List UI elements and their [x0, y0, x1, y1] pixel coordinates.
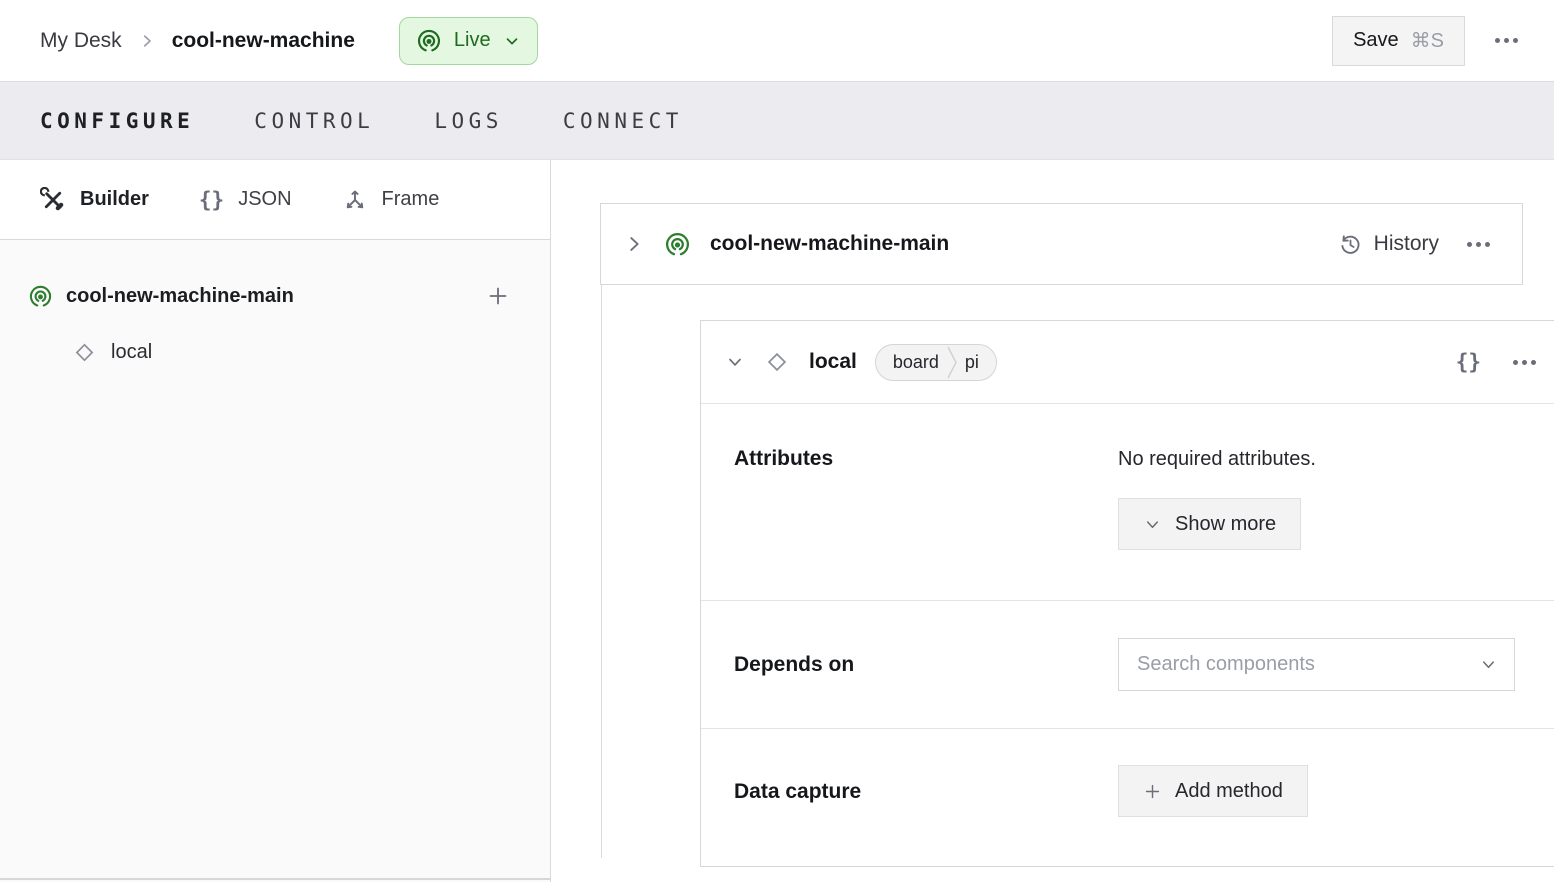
collapse-component-button[interactable]	[725, 352, 745, 372]
machine-tabbar: CONFIGURE CONTROL LOGS CONNECT	[0, 81, 1554, 160]
ellipsis-icon	[1495, 38, 1500, 43]
diamond-icon	[763, 348, 791, 376]
chevron-down-icon	[503, 32, 521, 50]
breadcrumb: My Desk cool-new-machine Live	[40, 17, 538, 65]
attributes-label: Attributes	[734, 446, 1118, 550]
header-actions: Save ⌘S	[1332, 16, 1524, 66]
live-status-label: Live	[454, 29, 491, 52]
view-toggle-frame[interactable]: Frame	[342, 187, 440, 213]
save-button-label: Save	[1353, 29, 1399, 52]
component-card-local: local board pi {}	[700, 320, 1554, 867]
chevron-down-icon	[1479, 655, 1498, 674]
attributes-section: Attributes No required attributes. Show …	[701, 403, 1554, 600]
depends-on-section: Depends on	[701, 600, 1554, 728]
component-card-header: local board pi {}	[701, 321, 1554, 403]
tree-item-machine-part-label: cool-new-machine-main	[66, 285, 473, 308]
add-component-button[interactable]	[486, 284, 510, 308]
history-button[interactable]: History	[1338, 232, 1439, 257]
broadcast-icon	[416, 28, 442, 54]
data-capture-label: Data capture	[734, 765, 1118, 818]
component-menu-button[interactable]	[1507, 354, 1542, 371]
tree-item-machine-part[interactable]: cool-new-machine-main	[0, 273, 550, 319]
indent-guide-line	[601, 285, 602, 858]
machine-part-card: cool-new-machine-main History	[600, 203, 1523, 285]
plus-icon	[486, 284, 510, 308]
expand-part-button[interactable]	[623, 233, 645, 255]
depends-on-label: Depends on	[734, 638, 1118, 691]
machine-part-title: cool-new-machine-main	[710, 232, 949, 256]
tree-item-local-label: local	[111, 341, 152, 364]
component-name: local	[809, 350, 857, 374]
add-method-label: Add method	[1175, 780, 1283, 803]
braces-icon: {}	[199, 188, 224, 212]
show-more-button[interactable]: Show more	[1118, 498, 1301, 550]
tab-logs[interactable]: LOGS	[434, 105, 503, 137]
top-header: My Desk cool-new-machine Live Save ⌘S	[0, 0, 1554, 81]
ellipsis-icon	[1513, 360, 1518, 365]
chevron-right-icon	[138, 32, 156, 50]
part-components-area: local board pi {}	[600, 320, 1554, 867]
breadcrumb-item-machine-name: cool-new-machine	[172, 29, 355, 53]
part-card-menu-button[interactable]	[1461, 236, 1496, 253]
tools-icon	[40, 187, 66, 213]
diamond-icon	[71, 339, 98, 366]
view-toggle: Builder {} JSON Frame	[0, 160, 550, 240]
attributes-empty-text: No required attributes.	[1118, 446, 1316, 472]
plus-icon	[1143, 782, 1162, 801]
component-tree: cool-new-machine-main local	[0, 240, 550, 375]
component-model: pi	[959, 352, 996, 373]
badge-chevron-divider	[945, 345, 959, 380]
configure-sidebar: Builder {} JSON Frame	[0, 160, 551, 882]
view-toggle-builder-label: Builder	[80, 188, 149, 211]
view-toggle-json-label: JSON	[238, 188, 291, 211]
broadcast-icon	[28, 284, 53, 309]
header-overflow-menu-button[interactable]	[1489, 32, 1524, 49]
data-capture-section: Data capture Add method	[701, 728, 1554, 866]
content-area: Builder {} JSON Frame	[0, 160, 1554, 882]
chevron-down-icon	[725, 352, 745, 372]
tab-control[interactable]: CONTROL	[254, 105, 374, 137]
save-shortcut-hint: ⌘S	[1411, 28, 1444, 53]
view-toggle-builder[interactable]: Builder	[40, 187, 149, 213]
add-method-button[interactable]: Add method	[1118, 765, 1308, 817]
save-button[interactable]: Save ⌘S	[1332, 16, 1465, 66]
tree-item-local[interactable]: local	[0, 329, 550, 375]
component-json-button[interactable]: {}	[1456, 350, 1481, 374]
ellipsis-icon	[1467, 242, 1472, 247]
chevron-down-icon	[1143, 515, 1162, 534]
show-more-label: Show more	[1175, 513, 1276, 536]
view-toggle-frame-label: Frame	[382, 188, 440, 211]
live-status-badge[interactable]: Live	[399, 17, 538, 65]
depends-on-select[interactable]	[1118, 638, 1515, 691]
component-type-model-badge: board pi	[875, 344, 997, 381]
broadcast-icon	[664, 231, 691, 258]
frame-axes-icon	[342, 187, 368, 213]
view-toggle-json[interactable]: {} JSON	[199, 188, 292, 212]
breadcrumb-item-my-desk[interactable]: My Desk	[40, 29, 122, 53]
history-button-label: History	[1374, 232, 1439, 256]
tab-connect[interactable]: CONNECT	[563, 105, 683, 137]
component-type: board	[876, 352, 945, 373]
history-icon	[1338, 232, 1363, 257]
search-components-input[interactable]	[1137, 653, 1479, 676]
configure-main: cool-new-machine-main History	[551, 160, 1554, 882]
chevron-right-icon	[623, 233, 645, 255]
tab-configure[interactable]: CONFIGURE	[40, 105, 194, 137]
